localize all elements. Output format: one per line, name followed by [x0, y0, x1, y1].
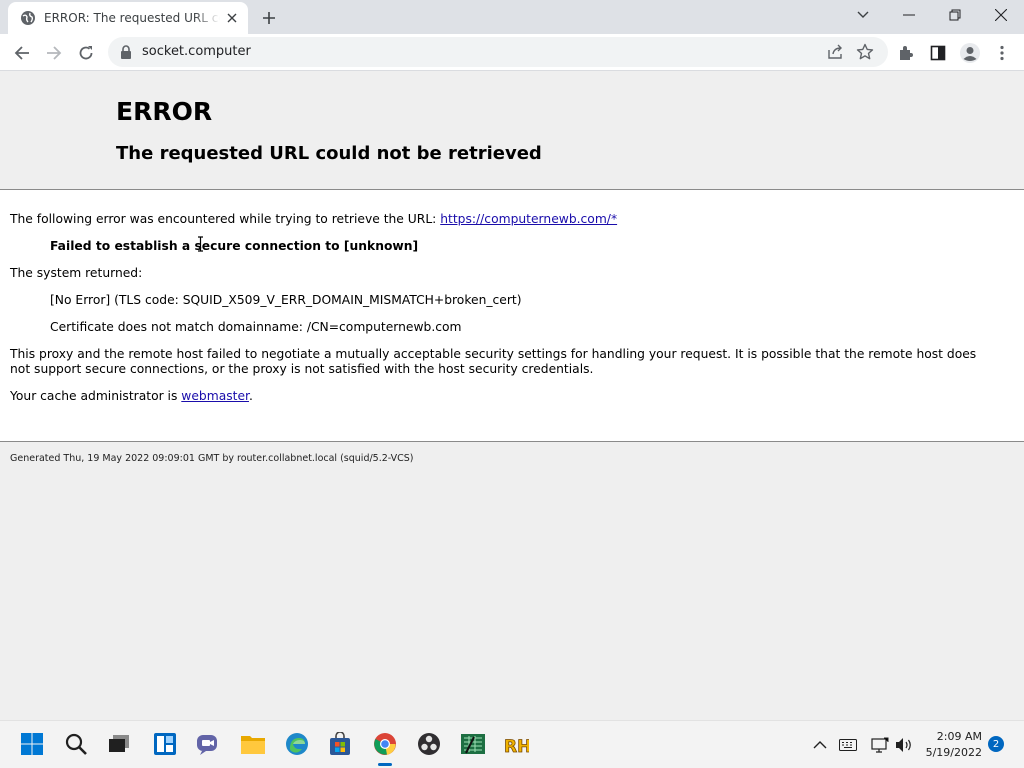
teams-chat-icon[interactable] [195, 731, 221, 757]
file-explorer-icon[interactable] [240, 731, 266, 757]
bookmark-star-icon[interactable] [856, 43, 874, 65]
page-content: ERROR The requested URL could not be ret… [0, 72, 1024, 720]
lock-icon[interactable] [120, 44, 132, 63]
search-icon[interactable] [63, 731, 89, 757]
profile-avatar-icon[interactable] [956, 39, 984, 67]
certificate-message: Certificate does not match domainname: /… [50, 320, 462, 334]
windows-start-icon[interactable] [19, 731, 45, 757]
generated-footer: Generated Thu, 19 May 2022 09:09:01 GMT … [10, 453, 414, 464]
microsoft-store-icon[interactable] [327, 731, 353, 757]
admin-text: Your cache administrator is [10, 389, 182, 403]
active-app-indicator [378, 763, 392, 766]
share-icon[interactable] [826, 43, 844, 65]
widgets-icon[interactable] [152, 731, 178, 757]
browser-tab[interactable]: ERROR: The requested URL could not be re… [8, 2, 248, 34]
admin-line: Your cache administrator is webmaster. [10, 389, 253, 403]
url-text[interactable]: socket.computer [142, 44, 251, 59]
extensions-icon[interactable] [892, 39, 920, 67]
clock-date: 5/19/2022 [925, 746, 982, 759]
back-button[interactable] [8, 39, 36, 67]
minimize-button[interactable] [886, 0, 932, 30]
intro-text: The following error was encountered whil… [10, 212, 441, 226]
forward-button[interactable] [40, 39, 68, 67]
clock-time: 2:09 AM [936, 730, 982, 743]
resource-hacker-icon[interactable]: RH [503, 731, 529, 757]
notification-badge[interactable]: 2 [988, 736, 1004, 752]
admin-suffix: . [248, 389, 253, 403]
volume-icon[interactable] [894, 735, 914, 755]
spreadsheet-app-icon[interactable] [460, 731, 486, 757]
chevron-up-icon[interactable] [810, 735, 830, 755]
error-heading: ERROR [116, 97, 213, 126]
error-subheading: The requested URL could not be retrieved [116, 143, 542, 164]
system-returned-label: The system returned: [10, 266, 143, 280]
svg-text:RH: RH [504, 737, 529, 756]
error-title: Failed to establish a secure connection … [50, 239, 419, 253]
side-panel-icon[interactable] [924, 39, 952, 67]
chrome-browser-icon[interactable] [372, 731, 398, 757]
new-tab-button[interactable] [258, 7, 280, 29]
system-error-text: [No Error] (TLS code: SQUID_X509_V_ERR_D… [50, 293, 522, 307]
edge-browser-icon[interactable] [284, 731, 310, 757]
globe-icon [20, 10, 36, 26]
intro-line: The following error was encountered whil… [10, 212, 617, 226]
explanation-paragraph: This proxy and the remote host failed to… [10, 347, 977, 376]
menu-kebab-icon[interactable] [988, 39, 1016, 67]
browser-toolbar: socket.computer [0, 34, 1024, 71]
obs-studio-icon[interactable] [416, 731, 442, 757]
close-tab-icon[interactable] [224, 10, 240, 26]
tab-search-icon[interactable] [840, 0, 886, 30]
reload-button[interactable] [72, 39, 100, 67]
task-view-icon[interactable] [106, 731, 132, 757]
error-header: ERROR The requested URL could not be ret… [0, 72, 1024, 190]
keyboard-icon[interactable] [838, 735, 858, 755]
close-window-button[interactable] [978, 0, 1024, 30]
restore-button[interactable] [932, 0, 978, 30]
error-body: The following error was encountered whil… [0, 190, 1024, 442]
taskbar: RH 2:09 AM 5/19/2022 [0, 720, 1024, 768]
webmaster-link[interactable]: webmaster [181, 389, 249, 403]
address-bar[interactable]: socket.computer [108, 37, 888, 67]
tab-strip: ERROR: The requested URL could not be re… [0, 0, 1024, 34]
requested-url-link[interactable]: https://computernewb.com/* [440, 212, 617, 226]
tab-title: ERROR: The requested URL could not be re… [44, 11, 220, 25]
text-cursor-icon [197, 236, 204, 256]
network-icon[interactable] [870, 735, 890, 755]
system-clock[interactable]: 2:09 AM 5/19/2022 [926, 729, 982, 761]
